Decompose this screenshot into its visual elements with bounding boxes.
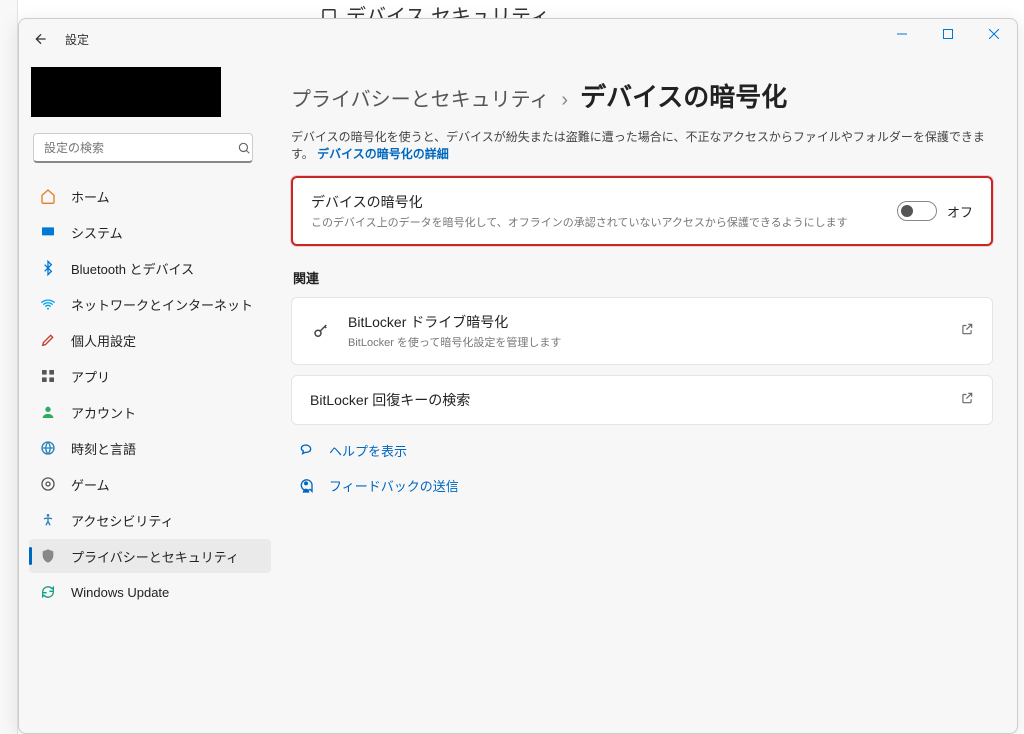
background-app-strip [0,0,18,734]
time-language-icon [39,439,57,457]
sidebar-item-accessibility[interactable]: アクセシビリティ [29,503,271,537]
link-label: ヘルプを表示 [329,441,407,460]
sidebar-item-gaming[interactable]: ゲーム [29,467,271,501]
user-account-block[interactable] [31,67,221,117]
device-encryption-card: デバイスの暗号化 このデバイス上のデータを暗号化して、オフラインの承認されていな… [291,176,993,246]
sidebar-item-apps[interactable]: アプリ [29,359,271,393]
sidebar: ホーム システム Bluetooth とデバイス ネットワークとインターネット … [19,59,279,733]
sidebar-item-label: Windows Update [71,585,169,600]
card-subtitle: このデバイス上のデータを暗号化して、オフラインの承認されていないアクセスから保護… [311,214,881,230]
sidebar-item-system[interactable]: システム [29,215,271,249]
bitlocker-card[interactable]: BitLocker ドライブ暗号化 BitLocker を使って暗号化設定を管理… [291,297,993,365]
card-subtitle: BitLocker を使って暗号化設定を管理します [348,334,944,350]
main-content: プライバシーとセキュリティ › デバイスの暗号化 デバイスの暗号化を使うと、デバ… [279,59,1017,733]
chevron-right-icon: › [561,89,568,112]
feedback-icon [297,478,315,494]
card-title: BitLocker 回復キーの検索 [310,390,944,410]
sidebar-item-label: ネットワークとインターネット [71,295,253,314]
sidebar-item-personalization[interactable]: 個人用設定 [29,323,271,357]
help-link[interactable]: ヘルプを表示 [297,441,993,460]
feedback-link[interactable]: フィードバックの送信 [297,476,993,495]
sidebar-item-label: アカウント [71,403,136,422]
sidebar-item-label: システム [71,223,123,242]
sidebar-item-label: アプリ [71,367,110,386]
apps-icon [39,367,57,385]
external-link-icon [960,322,974,341]
sidebar-item-time-language[interactable]: 時刻と言語 [29,431,271,465]
sidebar-item-home[interactable]: ホーム [29,179,271,213]
card-title: BitLocker ドライブ暗号化 [348,312,944,332]
external-link-icon [960,391,974,410]
section-related-label: 関連 [293,268,993,287]
personalization-icon [39,331,57,349]
sidebar-item-label: ホーム [71,187,110,206]
window-title: 設定 [65,31,89,48]
sidebar-item-windows-update[interactable]: Windows Update [29,575,271,609]
close-button[interactable] [971,19,1017,49]
bluetooth-icon [39,259,57,277]
settings-window: 設定 ホーム [18,18,1018,734]
sidebar-item-privacy-security[interactable]: プライバシーとセキュリティ [29,539,271,573]
sidebar-item-accounts[interactable]: アカウント [29,395,271,429]
toggle-knob [901,205,913,217]
breadcrumb-parent[interactable]: プライバシーとセキュリティ [291,83,549,112]
back-button[interactable] [31,29,51,49]
toggle-state-label: オフ [947,202,973,221]
search-input[interactable] [33,133,253,163]
network-icon [39,295,57,313]
page-title: デバイスの暗号化 [580,77,787,114]
bitlocker-recovery-card[interactable]: BitLocker 回復キーの検索 [291,375,993,425]
update-icon [39,583,57,601]
learn-more-link[interactable]: デバイスの暗号化の詳細 [317,147,449,161]
page-description: デバイスの暗号化を使うと、デバイスが紛失または盗難に遭った場合に、不正なアクセス… [291,128,993,162]
search-box [33,133,271,163]
minimize-button[interactable] [879,19,925,49]
breadcrumb: プライバシーとセキュリティ › デバイスの暗号化 [291,77,993,114]
shield-icon [39,547,57,565]
link-label: フィードバックの送信 [329,476,459,495]
encryption-toggle[interactable] [897,201,937,221]
accounts-icon [39,403,57,421]
maximize-button[interactable] [925,19,971,49]
key-icon [310,322,332,340]
sidebar-item-label: 個人用設定 [71,331,136,350]
sidebar-item-label: 時刻と言語 [71,439,136,458]
home-icon [39,187,57,205]
accessibility-icon [39,511,57,529]
sidebar-item-label: プライバシーとセキュリティ [71,547,239,566]
system-icon [39,223,57,241]
card-title: デバイスの暗号化 [311,192,881,212]
sidebar-item-label: Bluetooth とデバイス [71,259,194,278]
sidebar-item-bluetooth[interactable]: Bluetooth とデバイス [29,251,271,285]
search-icon [237,141,251,160]
sidebar-item-label: アクセシビリティ [71,511,174,530]
help-icon [297,443,315,459]
sidebar-item-network[interactable]: ネットワークとインターネット [29,287,271,321]
titlebar: 設定 [19,19,1017,59]
sidebar-item-label: ゲーム [71,475,110,494]
gaming-icon [39,475,57,493]
